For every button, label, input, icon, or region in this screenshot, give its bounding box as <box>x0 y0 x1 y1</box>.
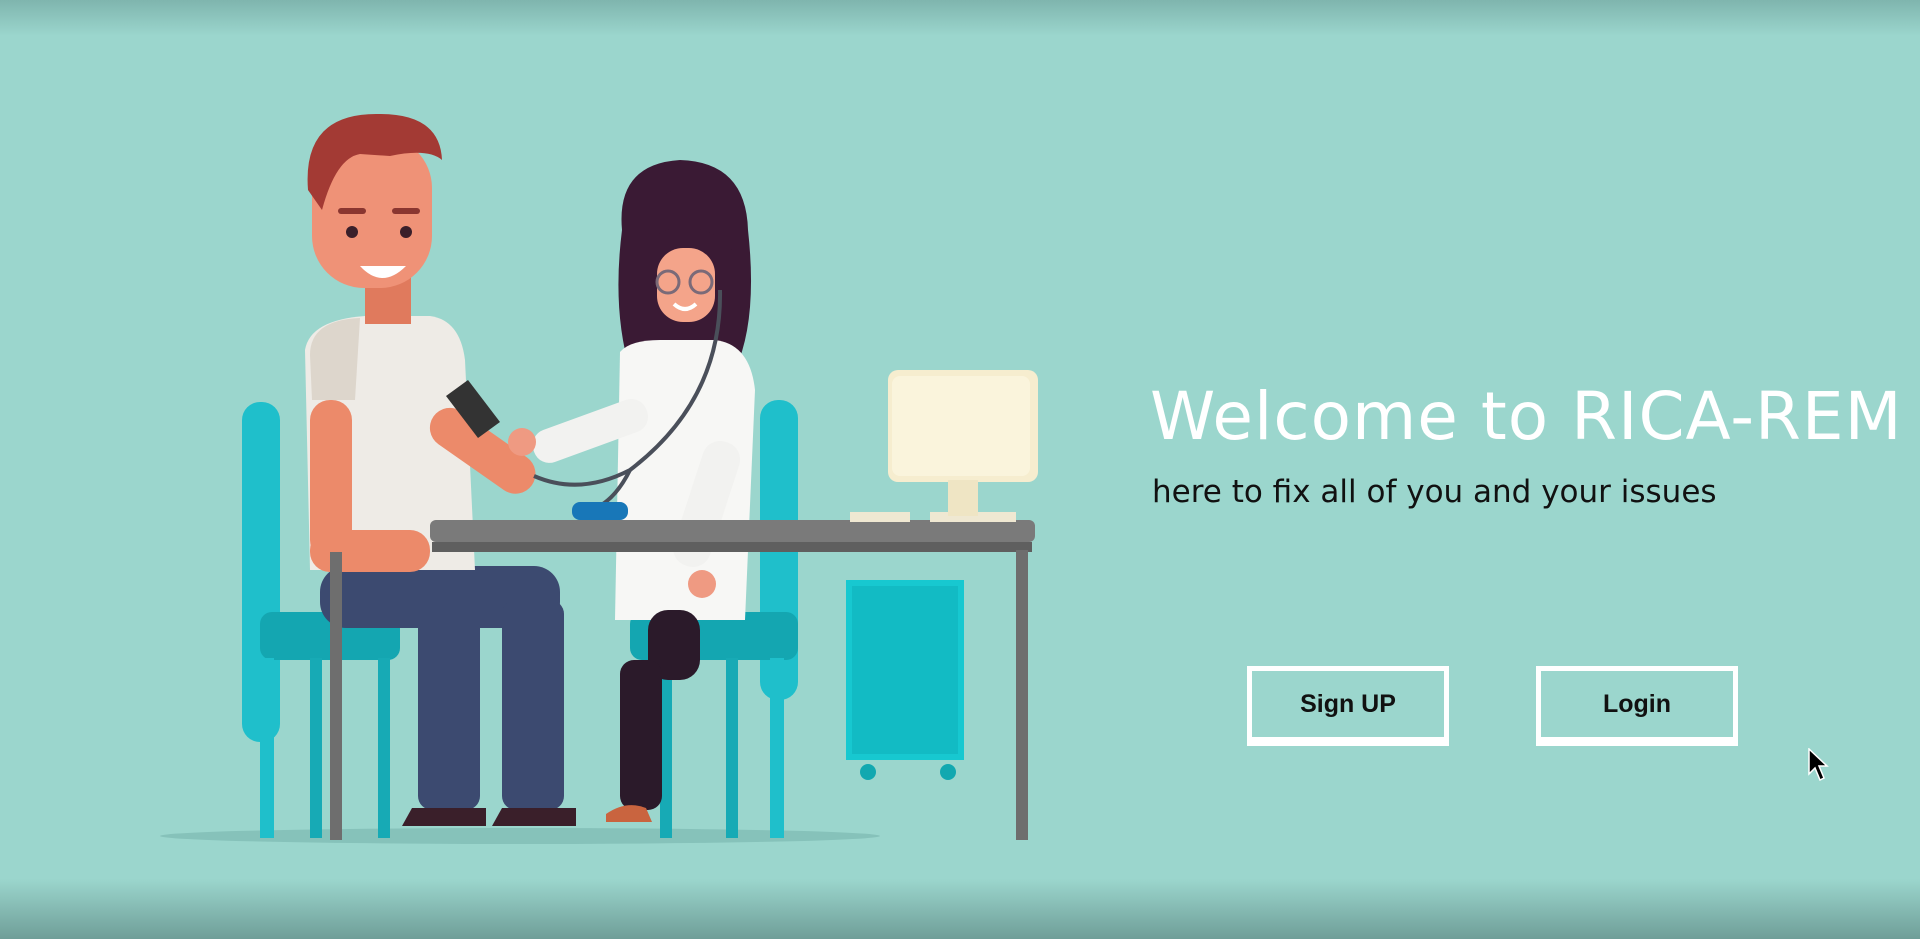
login-button[interactable]: Login <box>1536 666 1738 746</box>
hero-subtitle: here to fix all of you and your issues <box>1152 474 1717 510</box>
computer-monitor <box>888 370 1038 516</box>
hero-title: Welcome to RICA-REM <box>1150 378 1903 455</box>
top-shade <box>0 0 1920 36</box>
mouse-cursor-icon <box>1808 748 1829 782</box>
signup-button[interactable]: Sign UP <box>1247 666 1449 746</box>
bottom-shade <box>0 879 1920 939</box>
patient <box>305 113 576 826</box>
doctor-patient-illustration <box>160 113 1038 844</box>
